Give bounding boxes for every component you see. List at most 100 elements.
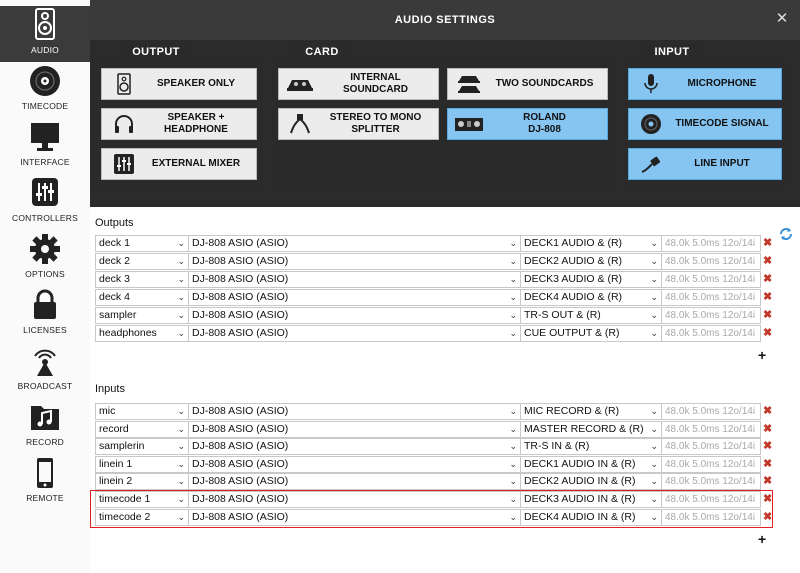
external-mixer-button[interactable]: EXTERNAL MIXER bbox=[101, 148, 257, 180]
cell-text: DJ-808 ASIO (ASIO) bbox=[192, 475, 289, 488]
device-select[interactable]: DJ-808 ASIO (ASIO) ⌄ bbox=[188, 438, 521, 456]
channel-select[interactable]: DECK3 AUDIO & (R) ⌄ bbox=[520, 271, 662, 288]
dual-card-icon bbox=[458, 76, 480, 93]
button-label: SPEAKER ONLY bbox=[157, 78, 235, 89]
device-select[interactable]: DJ-808 ASIO (ASIO) ⌄ bbox=[188, 235, 521, 252]
line-input-button[interactable]: LINE INPUT bbox=[628, 148, 782, 180]
device-info: 48.0k 5.0ms 12o/14i bbox=[661, 289, 761, 306]
chevron-down-icon: ⌄ bbox=[650, 256, 658, 266]
channel-name-select[interactable]: mic ⌄ bbox=[95, 403, 189, 420]
channel-select[interactable]: MIC RECORD & (R) ⌄ bbox=[520, 403, 662, 420]
channel-select[interactable]: MASTER RECORD & (R) ⌄ bbox=[520, 420, 662, 438]
device-select[interactable]: DJ-808 ASIO (ASIO) ⌄ bbox=[188, 289, 521, 306]
channel-select[interactable]: DECK1 AUDIO IN & (R) ⌄ bbox=[520, 455, 662, 473]
channel-select[interactable]: DECK1 AUDIO & (R) ⌄ bbox=[520, 235, 662, 252]
remove-row-button[interactable]: ✖ bbox=[763, 307, 773, 324]
cell-text: DECK4 AUDIO & (R) bbox=[524, 291, 623, 303]
speaker-headphone-button[interactable]: SPEAKER + HEADPHONE bbox=[101, 108, 257, 140]
microphone-icon bbox=[644, 74, 658, 93]
sidebar-item-interface[interactable]: INTERFACE bbox=[0, 118, 90, 174]
cell-text: DJ-808 ASIO (ASIO) bbox=[192, 422, 289, 435]
sidebar-item-controllers[interactable]: CONTROLLERS bbox=[0, 174, 90, 230]
channel-name-select[interactable]: record ⌄ bbox=[95, 420, 189, 438]
routing-area: Outputs deck 1 ⌄ DJ-808 ASIO (ASIO) ⌄ DECK1 … bbox=[90, 207, 800, 573]
remove-row-button[interactable]: ✖ bbox=[763, 473, 773, 490]
close-button[interactable]: ✕ bbox=[774, 11, 790, 27]
cell-text: deck 4 bbox=[99, 291, 130, 303]
cell-text: MIC RECORD & (R) bbox=[524, 405, 620, 417]
channel-name-select[interactable]: deck 3 ⌄ bbox=[95, 271, 189, 288]
remove-row-button[interactable]: ✖ bbox=[763, 271, 773, 288]
antenna-icon bbox=[34, 349, 56, 376]
microphone-button[interactable]: MICROPHONE bbox=[628, 68, 782, 100]
device-select[interactable]: DJ-808 ASIO (ASIO) ⌄ bbox=[188, 420, 521, 438]
monitor-icon bbox=[31, 123, 59, 151]
device-select[interactable]: DJ-808 ASIO (ASIO) ⌄ bbox=[188, 403, 521, 420]
roland-dj-808-button[interactable]: ROLAND DJ-808 bbox=[447, 108, 608, 140]
sidebar-item-timecode[interactable]: TIMECODE bbox=[0, 62, 90, 118]
chevron-down-icon: ⌄ bbox=[650, 310, 658, 320]
refresh-icon[interactable] bbox=[778, 226, 794, 242]
remove-row-button[interactable]: ✖ bbox=[763, 235, 773, 252]
cell-text: DECK2 AUDIO & (R) bbox=[524, 255, 623, 267]
add-input-button[interactable]: + bbox=[758, 532, 770, 546]
inputs-title: Inputs bbox=[95, 383, 125, 395]
sidebar-item-licenses[interactable]: LICENSES bbox=[0, 286, 90, 342]
device-select[interactable]: DJ-808 ASIO (ASIO) ⌄ bbox=[188, 473, 521, 491]
cell-text: DECK1 AUDIO IN & (R) bbox=[524, 457, 636, 470]
channel-name-select[interactable]: deck 4 ⌄ bbox=[95, 289, 189, 306]
sidebar-item-remote[interactable]: REMOTE bbox=[0, 454, 90, 510]
channel-name-select[interactable]: sampler ⌄ bbox=[95, 307, 189, 324]
chevron-down-icon: ⌄ bbox=[650, 292, 658, 302]
channel-name-select[interactable]: linein 1 ⌄ bbox=[95, 455, 189, 473]
cable-plug-icon bbox=[641, 156, 661, 173]
table-row: deck 2 ⌄ DJ-808 ASIO (ASIO) ⌄ DECK2 AUDIO & … bbox=[95, 253, 772, 270]
channel-select[interactable]: DECK4 AUDIO & (R) ⌄ bbox=[520, 289, 662, 306]
sidebar-item-record[interactable]: RECORD bbox=[0, 398, 90, 454]
remove-row-button[interactable]: ✖ bbox=[763, 253, 773, 270]
output-panel: SPEAKER ONLY SPEAKER + HEADPHONE EXTERNA… bbox=[95, 60, 263, 188]
remove-row-button[interactable]: ✖ bbox=[763, 421, 773, 438]
remove-row-button[interactable]: ✖ bbox=[763, 456, 773, 473]
internal-soundcard-button[interactable]: INTERNAL SOUNDCARD bbox=[278, 68, 439, 100]
device-select[interactable]: DJ-808 ASIO (ASIO) ⌄ bbox=[188, 307, 521, 324]
channel-name-select[interactable]: samplerin ⌄ bbox=[95, 438, 189, 456]
sidebar-item-options[interactable]: OPTIONS bbox=[0, 230, 90, 286]
chevron-down-icon: ⌄ bbox=[509, 310, 517, 320]
cell-text: TR-S OUT & (R) bbox=[524, 309, 601, 321]
table-row: deck 3 ⌄ DJ-808 ASIO (ASIO) ⌄ DECK3 AUDIO & … bbox=[95, 271, 772, 288]
device-select[interactable]: DJ-808 ASIO (ASIO) ⌄ bbox=[188, 253, 521, 270]
two-soundcards-button[interactable]: TWO SOUNDCARDS bbox=[447, 68, 608, 100]
sidebar-item-audio[interactable]: AUDIO bbox=[0, 6, 90, 62]
cell-text: TR-S IN & (R) bbox=[524, 440, 590, 453]
device-select[interactable]: DJ-808 ASIO (ASIO) ⌄ bbox=[188, 271, 521, 288]
chevron-down-icon: ⌄ bbox=[509, 328, 517, 338]
chevron-down-icon: ⌄ bbox=[177, 423, 185, 434]
channel-select[interactable]: DECK2 AUDIO IN & (R) ⌄ bbox=[520, 473, 662, 491]
remove-row-button[interactable]: ✖ bbox=[763, 325, 773, 342]
channel-name-select[interactable]: linein 2 ⌄ bbox=[95, 473, 189, 491]
channel-name-select[interactable]: deck 1 ⌄ bbox=[95, 235, 189, 252]
sidebar-item-label: INTERFACE bbox=[20, 157, 70, 167]
channel-select[interactable]: CUE OUTPUT & (R) ⌄ bbox=[520, 325, 662, 342]
sidebar-item-label: REMOTE bbox=[26, 493, 64, 503]
device-select[interactable]: DJ-808 ASIO (ASIO) ⌄ bbox=[188, 325, 521, 342]
speaker-only-button[interactable]: SPEAKER ONLY bbox=[101, 68, 257, 100]
remove-row-button[interactable]: ✖ bbox=[763, 289, 773, 306]
stereo-to-mono-splitter-button[interactable]: STEREO TO MONO SPLITTER bbox=[278, 108, 439, 140]
timecode-signal-button[interactable]: TIMECODE SIGNAL bbox=[628, 108, 782, 140]
sidebar-item-broadcast[interactable]: BROADCAST bbox=[0, 342, 90, 398]
channel-select[interactable]: TR-S IN & (R) ⌄ bbox=[520, 438, 662, 456]
channel-select[interactable]: DECK2 AUDIO & (R) ⌄ bbox=[520, 253, 662, 270]
remove-row-button[interactable]: ✖ bbox=[763, 403, 773, 420]
remove-row-button[interactable]: ✖ bbox=[763, 438, 773, 455]
chevron-down-icon: ⌄ bbox=[650, 406, 658, 416]
channel-select[interactable]: TR-S OUT & (R) ⌄ bbox=[520, 307, 662, 324]
device-select[interactable]: DJ-808 ASIO (ASIO) ⌄ bbox=[188, 455, 521, 473]
chevron-down-icon: ⌄ bbox=[650, 476, 658, 487]
chevron-down-icon: ⌄ bbox=[650, 423, 658, 434]
channel-name-select[interactable]: headphones ⌄ bbox=[95, 325, 189, 342]
device-info: 48.0k 5.0ms 12o/14i bbox=[661, 235, 761, 252]
add-output-button[interactable]: + bbox=[758, 348, 770, 362]
channel-name-select[interactable]: deck 2 ⌄ bbox=[95, 253, 189, 270]
